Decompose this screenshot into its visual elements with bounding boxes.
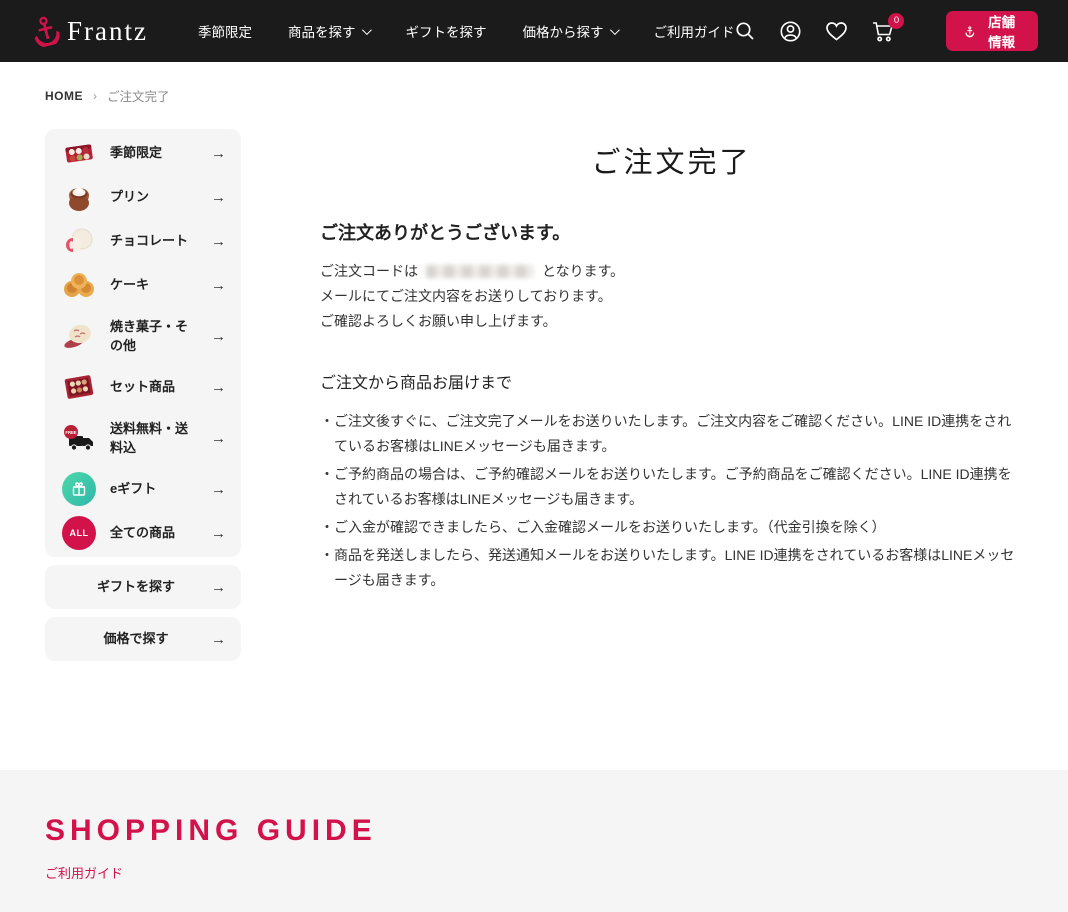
- order-code-redacted: [426, 265, 534, 278]
- delivery-heading: ご注文から商品お届けまで: [320, 369, 1023, 393]
- anchor-logo-icon: [29, 13, 63, 49]
- strawberry-chocolate-icon: [61, 223, 97, 259]
- chevron-down-icon: [610, 25, 620, 35]
- all-products-icon: ALL: [61, 515, 97, 551]
- nav-products[interactable]: 商品を探す: [288, 21, 370, 41]
- cart-icon[interactable]: 0: [871, 20, 895, 43]
- sidebar-item-baked[interactable]: 焼き菓子・その他 →: [45, 307, 241, 365]
- page-title: ご注文完了: [320, 139, 1023, 181]
- delivery-bullet: ・ ご予約商品の場合は、ご予約確認メールをお送りいたします。ご予約商品をご確認く…: [320, 462, 1023, 512]
- arrow-right-icon: →: [211, 579, 226, 596]
- arrow-right-icon: →: [211, 379, 226, 396]
- content: 季節限定 → プリン →: [0, 105, 1068, 770]
- mail-sent-line: メールにてご注文内容をお送りしております。: [320, 284, 1023, 308]
- category-sidebar: 季節限定 → プリン →: [45, 129, 241, 661]
- sidebar-item-free-shipping[interactable]: FREE 送料無料・送料込 →: [45, 409, 241, 467]
- main-nav: 季節限定 商品を探す ギフトを探す 価格から探す ご利用ガイド: [198, 21, 735, 41]
- sidebar-item-all-products[interactable]: ALL 全ての商品 →: [45, 511, 241, 555]
- sidebar-item-cake[interactable]: ケーキ →: [45, 263, 241, 307]
- chevron-down-icon: [362, 25, 372, 35]
- cart-count-badge: 0: [888, 13, 904, 29]
- seasonal-chocolate-box-icon: [61, 135, 97, 171]
- e-gift-icon: [61, 471, 97, 507]
- anchor-icon: [965, 23, 975, 40]
- sidebar-item-pudding[interactable]: プリン →: [45, 175, 241, 219]
- footer: SHOPPING GUIDE ご利用ガイド: [0, 770, 1068, 912]
- baked-sweets-icon: [61, 318, 97, 354]
- breadcrumb: HOME › ご注文完了: [0, 86, 1068, 105]
- main-content: ご注文完了 ご注文ありがとうございます。 ご注文コードはとなります。 メールにて…: [320, 129, 1023, 596]
- pudding-pot-icon: [61, 179, 97, 215]
- arrow-right-icon: →: [211, 328, 226, 345]
- confirm-line: ご確認よろしくお願い申し上げます。: [320, 309, 1023, 333]
- arrow-right-icon: →: [211, 631, 226, 648]
- guide-link[interactable]: ご利用ガイド: [45, 863, 123, 882]
- header: Frantz 季節限定 商品を探す ギフトを探す 価格から探す ご利用ガイド: [0, 0, 1068, 62]
- logo-text: Frantz: [67, 16, 148, 47]
- arrow-right-icon: →: [211, 233, 226, 250]
- category-list: 季節限定 → プリン →: [45, 129, 241, 557]
- delivery-bullet: ・ 商品を発送しましたら、発送通知メールをお送りいたします。LINE ID連携を…: [320, 543, 1023, 593]
- nav-guide[interactable]: ご利用ガイド: [653, 21, 734, 41]
- shopping-guide-title: SHOPPING GUIDE: [45, 814, 1023, 848]
- breadcrumb-home-link[interactable]: HOME: [45, 89, 83, 103]
- nav-price[interactable]: 価格から探す: [522, 21, 617, 41]
- wishlist-heart-icon[interactable]: [825, 21, 848, 42]
- arrow-right-icon: →: [211, 145, 226, 162]
- sidebar-item-chocolate[interactable]: チョコレート →: [45, 219, 241, 263]
- order-code-line: ご注文コードはとなります。: [320, 259, 1023, 283]
- logo[interactable]: Frantz: [32, 16, 148, 47]
- nav-gifts[interactable]: ギフトを探す: [405, 21, 486, 41]
- delivery-bullet: ・ ご入金が確認できましたら、ご入金確認メールをお送りいたします。（代金引換を除…: [320, 515, 1023, 540]
- arrow-right-icon: →: [211, 481, 226, 498]
- breadcrumb-current: ご注文完了: [107, 86, 170, 105]
- free-shipping-truck-icon: FREE: [61, 420, 97, 456]
- gift-set-box-icon: [61, 369, 97, 405]
- sidebar-link-gifts[interactable]: ギフトを探す →: [45, 565, 241, 609]
- nav-seasonal[interactable]: 季節限定: [198, 21, 252, 41]
- arrow-right-icon: →: [211, 430, 226, 447]
- arrow-right-icon: →: [211, 189, 226, 206]
- store-info-button[interactable]: 店舗情報: [946, 11, 1038, 51]
- svg-text:FREE: FREE: [65, 430, 76, 435]
- cakes-icon: [61, 267, 97, 303]
- sidebar-link-price[interactable]: 価格で探す →: [45, 617, 241, 661]
- breadcrumb-separator: ›: [93, 89, 97, 103]
- thanks-heading: ご注文ありがとうございます。: [320, 219, 1023, 245]
- account-icon[interactable]: [779, 20, 802, 43]
- arrow-right-icon: →: [211, 525, 226, 542]
- search-icon[interactable]: [734, 20, 756, 42]
- sidebar-item-seasonal[interactable]: 季節限定 →: [45, 131, 241, 175]
- sidebar-item-set[interactable]: セット商品 →: [45, 365, 241, 409]
- delivery-bullet: ・ ご注文後すぐに、ご注文完了メールをお送りいたします。ご注文内容をご確認くださ…: [320, 409, 1023, 459]
- sidebar-item-egift[interactable]: eギフト →: [45, 467, 241, 511]
- header-actions: 0 店舗情報: [734, 11, 1038, 51]
- arrow-right-icon: →: [211, 277, 226, 294]
